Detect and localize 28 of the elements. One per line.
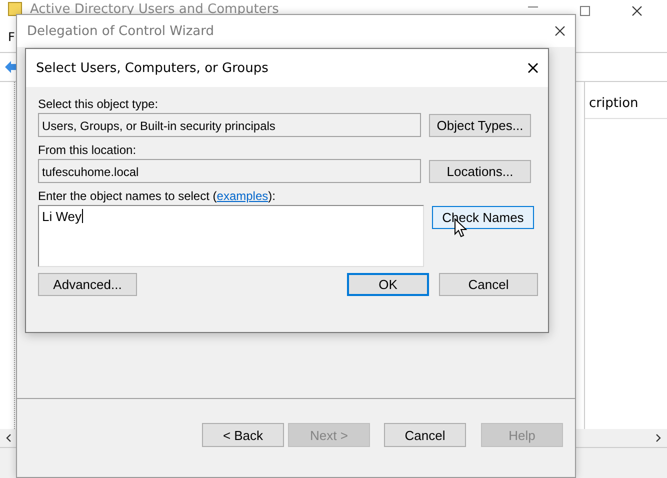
dialog-button[interactable]: Advanced... — [38, 273, 137, 296]
field-label: Select this object type: — [38, 96, 160, 113]
scroll-left-icon[interactable] — [6, 434, 11, 442]
wizard-button[interactable]: < Back — [202, 423, 284, 447]
close-icon[interactable] — [528, 63, 538, 73]
minimize-icon[interactable] — [528, 6, 538, 8]
close-icon[interactable] — [632, 6, 642, 16]
dialog-button[interactable]: Locations... — [429, 160, 531, 183]
dialog-title: Select Users, Computers, or Groups — [36, 60, 270, 76]
field-label: Enter the object names to select (examples): — [38, 188, 276, 205]
dialog-button[interactable]: Object Types... — [429, 114, 531, 137]
close-icon[interactable] — [555, 26, 565, 36]
examples-link[interactable]: examples — [216, 189, 268, 203]
readonly-field: tufescuhome.local — [38, 159, 421, 183]
dialog-button[interactable]: OK — [347, 273, 429, 296]
app-icon — [8, 2, 22, 16]
menu-item[interactable]: F — [8, 30, 15, 44]
scroll-right-icon[interactable] — [656, 434, 661, 442]
field-label: From this location: — [38, 142, 138, 159]
wizard-button[interactable]: Cancel — [384, 423, 466, 447]
dialog-button[interactable]: Cancel — [439, 273, 538, 296]
check-names-button[interactable]: Check Names — [432, 206, 534, 229]
readonly-field: Users, Groups, or Built-in security principals — [38, 113, 421, 137]
maximize-icon[interactable] — [580, 6, 590, 16]
window-title: Delegation of Control Wizard — [27, 24, 215, 38]
column-header[interactable]: cription — [585, 96, 667, 119]
window-title: Active Directory Users and Computers — [30, 2, 279, 17]
names-input-field[interactable]: Li Wey — [38, 205, 424, 267]
